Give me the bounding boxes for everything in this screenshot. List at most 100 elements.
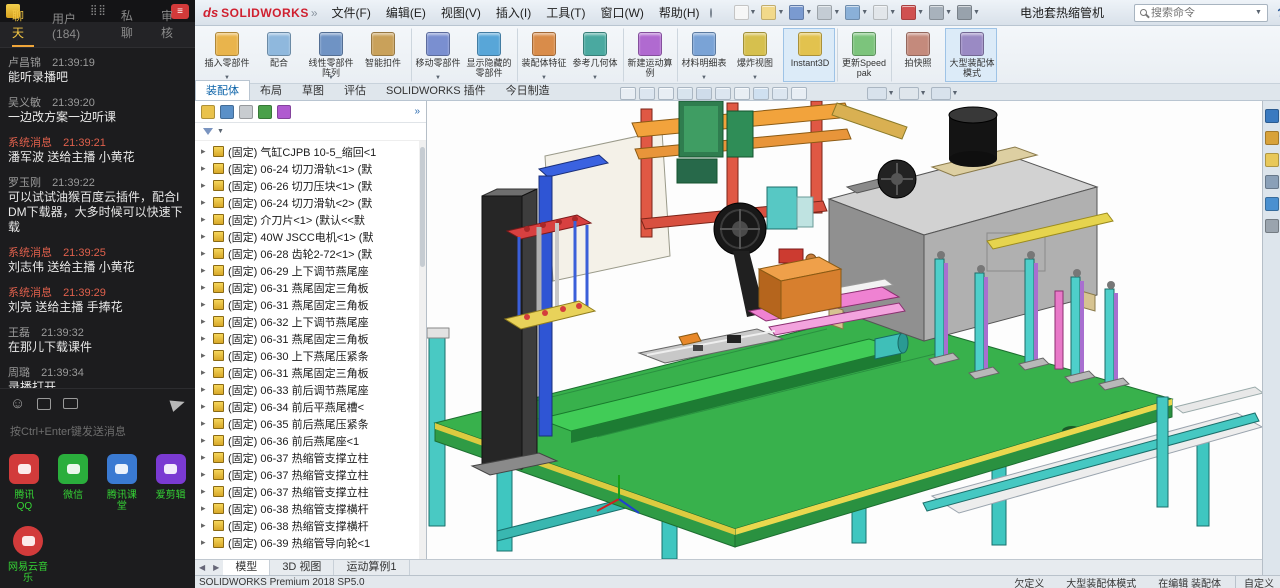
chevron-down-icon[interactable]: ▼ xyxy=(592,75,598,81)
emoji-icon[interactable]: ☺ xyxy=(10,395,25,412)
tab-scroll-right-icon[interactable]: ▶ xyxy=(209,563,223,572)
chevron-down-icon[interactable]: ▼ xyxy=(750,9,757,16)
menu-item[interactable]: 窗口(W) xyxy=(601,4,644,21)
chat-username[interactable]: 卢昌锦 xyxy=(8,57,41,69)
help-button[interactable]: ? xyxy=(1268,3,1280,23)
feature-tree-item[interactable]: ▸ (固定) 06-26 切刀压块<1> (默 xyxy=(195,177,426,194)
feature-tree-item[interactable]: ▸ (固定) 气缸CJPB 10-5_缩回<1 xyxy=(195,143,426,160)
toolbar-icon[interactable] xyxy=(789,5,805,20)
expand-arrow-icon[interactable]: ▸ xyxy=(201,282,209,293)
menu-item[interactable]: 插入(I) xyxy=(496,4,531,21)
chat-username[interactable]: 系统消息 xyxy=(8,287,52,299)
menu-item[interactable]: 工具(T) xyxy=(546,4,585,21)
tree-manager-icon[interactable] xyxy=(277,104,291,119)
expand-arrow-icon[interactable]: ▸ xyxy=(201,163,209,174)
view-toolbar-icon[interactable] xyxy=(619,87,636,100)
expand-arrow-icon[interactable]: ▸ xyxy=(201,333,209,344)
chat-username[interactable]: 周璐 xyxy=(8,367,30,379)
feature-tree-item[interactable]: ▸ (固定) 06-37 热缩管支撑立柱 xyxy=(195,449,426,466)
feature-tree-item[interactable]: ▸ (固定) 06-38 热缩管支撑横杆 xyxy=(195,500,426,517)
expand-arrow-icon[interactable]: ▸ xyxy=(201,180,209,191)
desktop-icon[interactable]: 微信 xyxy=(57,454,90,512)
toolbar-icon[interactable] xyxy=(845,5,861,20)
feature-tree-item[interactable]: ▸ (固定) 06-32 上下调节燕尾座 xyxy=(195,313,426,330)
expand-arrow-icon[interactable]: ▸ xyxy=(201,146,209,157)
chevron-down-icon[interactable]: ▼ xyxy=(920,90,927,97)
menu-item[interactable]: 编辑(E) xyxy=(386,4,426,21)
display-toolbar-item[interactable]: ▼ xyxy=(930,87,958,100)
view-toolbar-icon[interactable] xyxy=(733,87,750,100)
quick-access-item[interactable]: ▼ xyxy=(817,5,840,20)
view-toolbar-icon[interactable] xyxy=(752,87,769,100)
expand-arrow-icon[interactable]: ▸ xyxy=(201,520,209,531)
feature-tree-item[interactable]: ▸ (固定) 06-31 燕尾固定三角板 xyxy=(195,330,426,347)
toolbar-icon[interactable] xyxy=(873,5,889,20)
tree-manager-icon[interactable] xyxy=(220,104,234,119)
chevron-down-icon[interactable]: ▼ xyxy=(752,75,758,81)
expand-arrow-icon[interactable]: ▸ xyxy=(201,248,209,259)
tree-manager-icon[interactable] xyxy=(258,104,272,119)
chat-username[interactable]: 吴义敏 xyxy=(8,97,41,109)
quick-access-item[interactable]: ▼ xyxy=(789,5,812,20)
chat-tab[interactable]: 审核 xyxy=(161,7,183,47)
send-message-icon[interactable] xyxy=(169,395,187,412)
quick-access-item[interactable]: ▼ xyxy=(929,5,952,20)
chevron-down-icon[interactable]: ▼ xyxy=(973,9,980,16)
command-tab[interactable]: SOLIDWORKS 插件 xyxy=(376,81,496,100)
expand-arrow-icon[interactable]: ▸ xyxy=(201,350,209,361)
feature-tree-item[interactable]: ▸ (固定) 介刀片<1> (默认<<默 xyxy=(195,211,426,228)
quick-access-item[interactable]: ▼ xyxy=(957,5,980,20)
menu-item[interactable]: 视图(V) xyxy=(441,4,481,21)
command-tab[interactable]: 评估 xyxy=(334,81,376,100)
chevron-down-icon[interactable]: ▼ xyxy=(888,90,895,97)
expand-arrow-icon[interactable]: ▸ xyxy=(201,367,209,378)
expand-arrow-icon[interactable]: ▸ xyxy=(201,197,209,208)
display-toolbar-item[interactable]: ▼ xyxy=(898,87,927,100)
desktop-icon[interactable]: 网易云音乐 xyxy=(8,526,48,584)
ribbon-button[interactable]: 材料明细表 ▼ xyxy=(677,28,729,82)
tree-scrollbar-thumb[interactable] xyxy=(420,147,425,267)
feature-tree-item[interactable]: ▸ (固定) 06-34 前后平燕尾槽< xyxy=(195,398,426,415)
chevron-down-icon[interactable]: ▼ xyxy=(701,75,707,81)
toolbar-icon[interactable] xyxy=(901,5,917,20)
expand-arrow-icon[interactable]: ▸ xyxy=(201,486,209,497)
graphics-area[interactable] xyxy=(427,101,1262,559)
toolbar-icon[interactable] xyxy=(761,5,777,20)
quick-access-item[interactable]: ▼ xyxy=(873,5,896,20)
quick-access-item[interactable]: ▼ xyxy=(733,5,757,20)
task-pane-icon[interactable] xyxy=(1264,109,1279,123)
ribbon-button[interactable]: 更新Speedpak ▼ xyxy=(837,28,889,82)
ribbon-button[interactable]: 新建运动算例 ▼ xyxy=(623,28,675,82)
feature-tree-item[interactable]: ▸ (固定) 40W JSCC电机<1> (默 xyxy=(195,228,426,245)
tree-manager-icon[interactable] xyxy=(239,104,253,119)
chat-username[interactable]: 系统消息 xyxy=(8,137,52,149)
ribbon-button[interactable]: 大型装配体模式 ▼ xyxy=(945,28,997,82)
model-tab[interactable]: 模型 xyxy=(223,559,271,576)
feature-tree-item[interactable]: ▸ (固定) 06-31 燕尾固定三角板 xyxy=(195,279,426,296)
chevron-down-icon[interactable]: ▼ xyxy=(1255,9,1262,16)
command-tab[interactable]: 草图 xyxy=(292,81,334,100)
toolbar-icon[interactable] xyxy=(817,5,833,20)
task-pane-icon[interactable] xyxy=(1264,131,1279,145)
chevron-down-icon[interactable]: ▼ xyxy=(917,9,924,16)
ribbon-button[interactable]: 爆炸视图 ▼ xyxy=(729,28,781,82)
filter-icon[interactable] xyxy=(203,128,213,135)
ribbon-button[interactable]: 智能扣件 ▼ xyxy=(357,28,409,82)
menu-item[interactable]: 文件(F) xyxy=(332,4,371,21)
display-icon[interactable] xyxy=(930,87,951,100)
chevron-down-icon[interactable]: ▼ xyxy=(889,9,896,16)
chat-tab[interactable]: 聊天 xyxy=(12,7,35,47)
expand-arrow-icon[interactable]: ▸ xyxy=(201,231,209,242)
chat-message-list[interactable]: 卢昌锦 21:39:19 能听录播吧 吴义敏 21:39:20 一边改方案一边听… xyxy=(0,48,195,388)
display-icon[interactable] xyxy=(898,87,919,100)
expand-arrow-icon[interactable]: ▸ xyxy=(201,384,209,395)
tree-scrollbar[interactable] xyxy=(419,141,426,559)
feature-tree-item[interactable]: ▸ (固定) 06-29 上下调节燕尾座 xyxy=(195,262,426,279)
logo-expand-icon[interactable]: » xyxy=(311,6,318,20)
feature-tree-item[interactable]: ▸ (固定) 06-24 切刀滑轨<2> (默 xyxy=(195,194,426,211)
desktop-icon[interactable]: 腾讯课堂 xyxy=(106,454,139,512)
ribbon-button[interactable]: 装配体特征 ▼ xyxy=(517,28,569,82)
feature-tree-item[interactable]: ▸ (固定) 06-33 前后调节燕尾座 xyxy=(195,381,426,398)
quick-access-item[interactable]: ▼ xyxy=(901,5,924,20)
expand-arrow-icon[interactable]: ▸ xyxy=(201,401,209,412)
